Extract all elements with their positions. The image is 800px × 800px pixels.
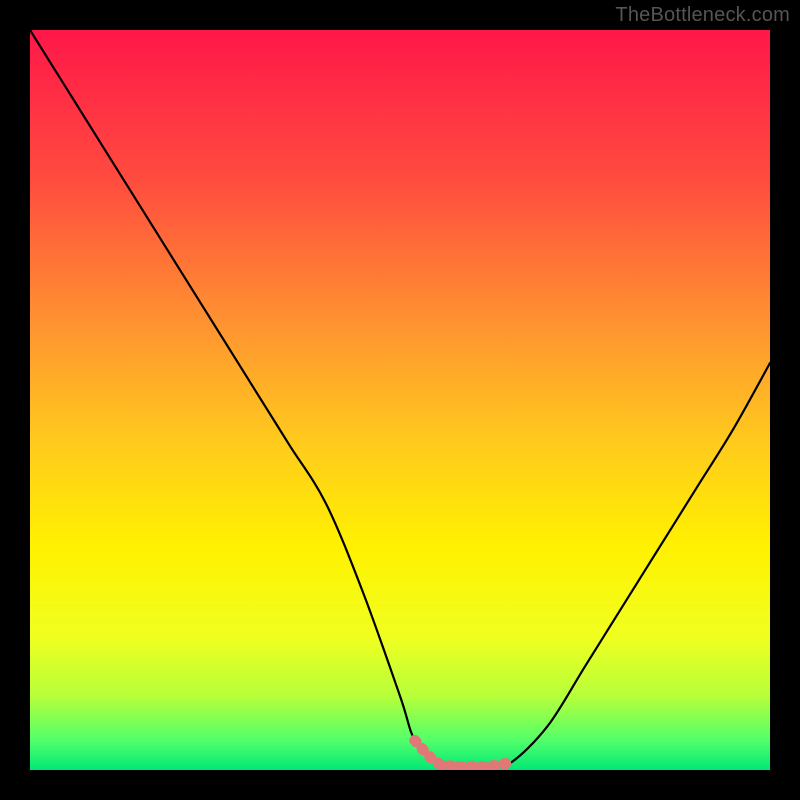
plot-area	[30, 30, 770, 770]
chart-frame	[30, 30, 770, 770]
curve-line	[30, 30, 770, 767]
watermark-text: TheBottleneck.com	[615, 4, 790, 27]
optimal-region-highlight	[415, 740, 511, 766]
bottleneck-curve	[30, 30, 770, 770]
